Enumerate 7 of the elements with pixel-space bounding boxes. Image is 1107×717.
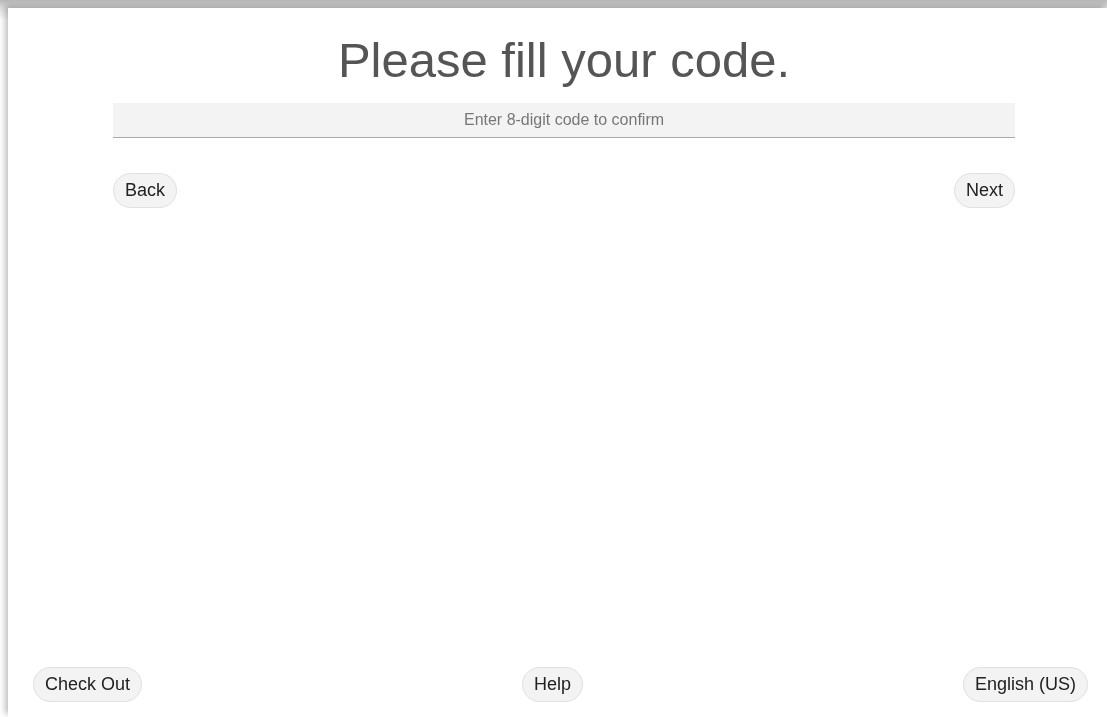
next-button[interactable]: Next xyxy=(954,173,1015,208)
page-title: Please fill your code. xyxy=(336,32,792,89)
language-button[interactable]: English (US) xyxy=(962,667,1088,702)
help-button[interactable]: Help xyxy=(522,667,583,702)
code-field[interactable]: Enter 8-digit code to confirm xyxy=(113,103,1015,138)
back-button[interactable]: Back xyxy=(113,173,178,208)
check-out-button[interactable]: Check Out xyxy=(33,667,143,702)
